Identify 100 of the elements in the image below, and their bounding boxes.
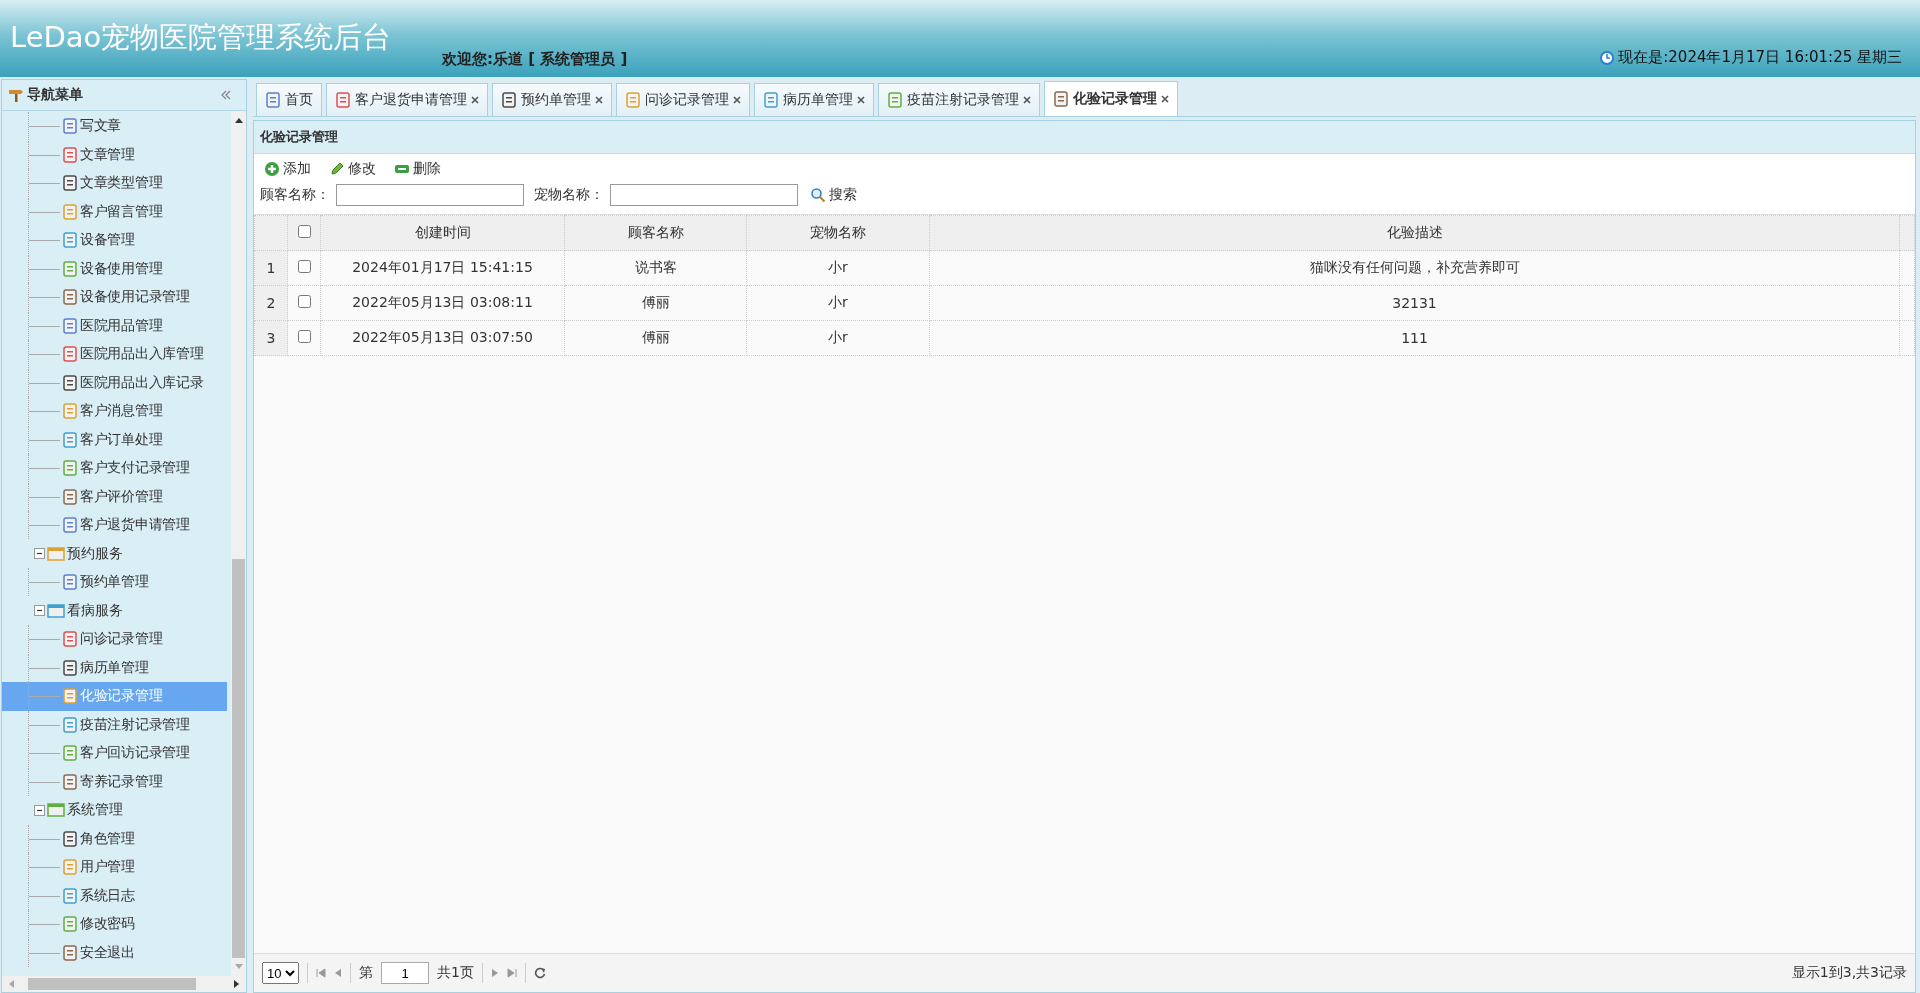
scrollbar[interactable] xyxy=(231,111,246,976)
column-header[interactable]: 创建时间 xyxy=(320,215,565,251)
toolbar-button[interactable]: 修改 xyxy=(327,158,378,180)
document-icon xyxy=(62,118,78,135)
document-icon xyxy=(62,146,78,163)
page-summary: 显示1到3,共3记录 xyxy=(1791,964,1907,982)
column-header[interactable]: 顾客名称 xyxy=(564,215,747,251)
document-icon xyxy=(62,631,78,648)
tree-item[interactable]: 写文章 xyxy=(2,112,227,141)
tree-item[interactable]: 病历单管理 xyxy=(2,653,227,682)
scroll-right-icon xyxy=(234,980,240,988)
table-cell: 傅丽 xyxy=(564,285,747,321)
tree-item[interactable]: 客户订单处理 xyxy=(2,425,227,454)
close-icon[interactable] xyxy=(1023,96,1031,104)
document-icon xyxy=(887,92,903,108)
table-cell: 小r xyxy=(746,320,930,356)
tree-item[interactable]: 寄养记录管理 xyxy=(2,767,227,796)
close-icon[interactable] xyxy=(595,96,603,104)
column-header[interactable]: 化验描述 xyxy=(929,215,1900,251)
tree-item[interactable]: 医院用品出入库管理 xyxy=(2,340,227,369)
close-icon[interactable] xyxy=(857,96,865,104)
page-input[interactable]: 1 xyxy=(381,962,429,984)
tree-group[interactable]: 看病服务 xyxy=(2,596,231,625)
input-field[interactable] xyxy=(610,184,798,206)
tab[interactable]: 预约单管理 xyxy=(492,83,612,116)
tree-item[interactable]: 客户留言管理 xyxy=(2,197,227,226)
tree-item[interactable]: 医院用品出入库记录 xyxy=(2,368,227,397)
tree-item[interactable]: 设备使用记录管理 xyxy=(2,283,227,312)
tab[interactable]: 疫苗注射记录管理 xyxy=(878,83,1040,116)
tree-item[interactable]: 安全退出 xyxy=(2,938,227,967)
tree-item[interactable]: 医院用品管理 xyxy=(2,311,227,340)
document-icon xyxy=(501,92,517,108)
checkbox[interactable] xyxy=(297,295,311,308)
row-number: 2 xyxy=(254,285,288,321)
add-icon xyxy=(264,161,280,177)
close-icon[interactable] xyxy=(471,96,479,104)
document-icon xyxy=(62,488,78,505)
table-cell: 111 xyxy=(929,320,1900,356)
tree-item[interactable]: 修改密码 xyxy=(2,910,227,939)
document-icon xyxy=(62,289,78,306)
tab[interactable]: 客户退货申请管理 xyxy=(326,83,488,116)
tree-item[interactable]: 客户回访记录管理 xyxy=(2,739,227,768)
tree-item[interactable]: 角色管理 xyxy=(2,824,227,853)
document-icon xyxy=(62,859,78,876)
table-cell: 2022年05月13日 03:08:11 xyxy=(320,285,565,321)
document-icon xyxy=(62,716,78,733)
input-field[interactable] xyxy=(336,184,524,206)
previous-page-icon xyxy=(334,968,342,978)
tab[interactable]: 问诊记录管理 xyxy=(616,83,750,116)
collapse-sidebar-icon[interactable] xyxy=(220,89,232,101)
tree-item[interactable]: 客户评价管理 xyxy=(2,482,227,511)
close-icon[interactable] xyxy=(733,96,741,104)
document-icon xyxy=(62,346,78,363)
tab[interactable]: 病历单管理 xyxy=(754,83,874,116)
tree-item[interactable]: 客户支付记录管理 xyxy=(2,454,227,483)
scroll-down-icon xyxy=(234,964,243,970)
toolbar-button[interactable]: 添加 xyxy=(262,158,313,180)
close-icon[interactable] xyxy=(1161,95,1169,103)
document-icon xyxy=(62,431,78,448)
checkbox[interactable] xyxy=(297,225,311,238)
field-label: 宠物名称： xyxy=(534,186,604,204)
document-icon xyxy=(62,403,78,420)
checkbox[interactable] xyxy=(297,330,311,343)
tree-item[interactable]: 预约单管理 xyxy=(2,568,227,597)
tree-item[interactable]: 用户管理 xyxy=(2,853,227,882)
tree-item[interactable]: 文章管理 xyxy=(2,140,227,169)
checkbox[interactable] xyxy=(297,260,311,273)
document-icon xyxy=(1053,91,1069,107)
tree-item[interactable]: 问诊记录管理 xyxy=(2,625,227,654)
document-icon xyxy=(62,745,78,762)
tree-item[interactable]: 疫苗注射记录管理 xyxy=(2,710,227,739)
tree-item[interactable]: 设备管理 xyxy=(2,226,227,255)
tree-item[interactable]: 文章类型管理 xyxy=(2,169,227,198)
tab[interactable]: 化验记录管理 xyxy=(1044,81,1178,116)
tree-group[interactable]: 系统管理 xyxy=(2,796,231,825)
search-button[interactable]: 搜索 xyxy=(808,184,859,206)
page-size-select[interactable]: 10 xyxy=(262,962,299,984)
tree-item[interactable]: 客户消息管理 xyxy=(2,397,227,426)
document-icon xyxy=(62,374,78,391)
search-icon xyxy=(810,187,826,203)
signpost-icon xyxy=(8,87,24,103)
document-icon xyxy=(62,175,78,192)
toolbar-button[interactable]: 删除 xyxy=(392,158,443,180)
column-header[interactable]: 宠物名称 xyxy=(746,215,930,251)
page-total: 共1页 xyxy=(437,964,474,982)
page-label: 第 xyxy=(359,964,373,982)
tree-item[interactable]: 设备使用管理 xyxy=(2,254,227,283)
tab[interactable]: 首页 xyxy=(256,83,322,116)
tree-group[interactable]: 预约服务 xyxy=(2,539,231,568)
document-icon xyxy=(62,916,78,933)
table-cell: 傅丽 xyxy=(564,320,747,356)
tree-item[interactable]: 客户退货申请管理 xyxy=(2,511,227,540)
tree-item[interactable]: 系统日志 xyxy=(2,881,227,910)
scrollbar-thumb[interactable] xyxy=(28,978,196,990)
table-cell: 2022年05月13日 03:07:50 xyxy=(320,320,565,356)
table-cell: 小r xyxy=(746,250,930,286)
folder-icon xyxy=(47,802,65,819)
scrollbar-thumb[interactable] xyxy=(232,559,245,958)
scrollbar[interactable] xyxy=(2,976,246,992)
next-page-icon xyxy=(490,968,499,978)
